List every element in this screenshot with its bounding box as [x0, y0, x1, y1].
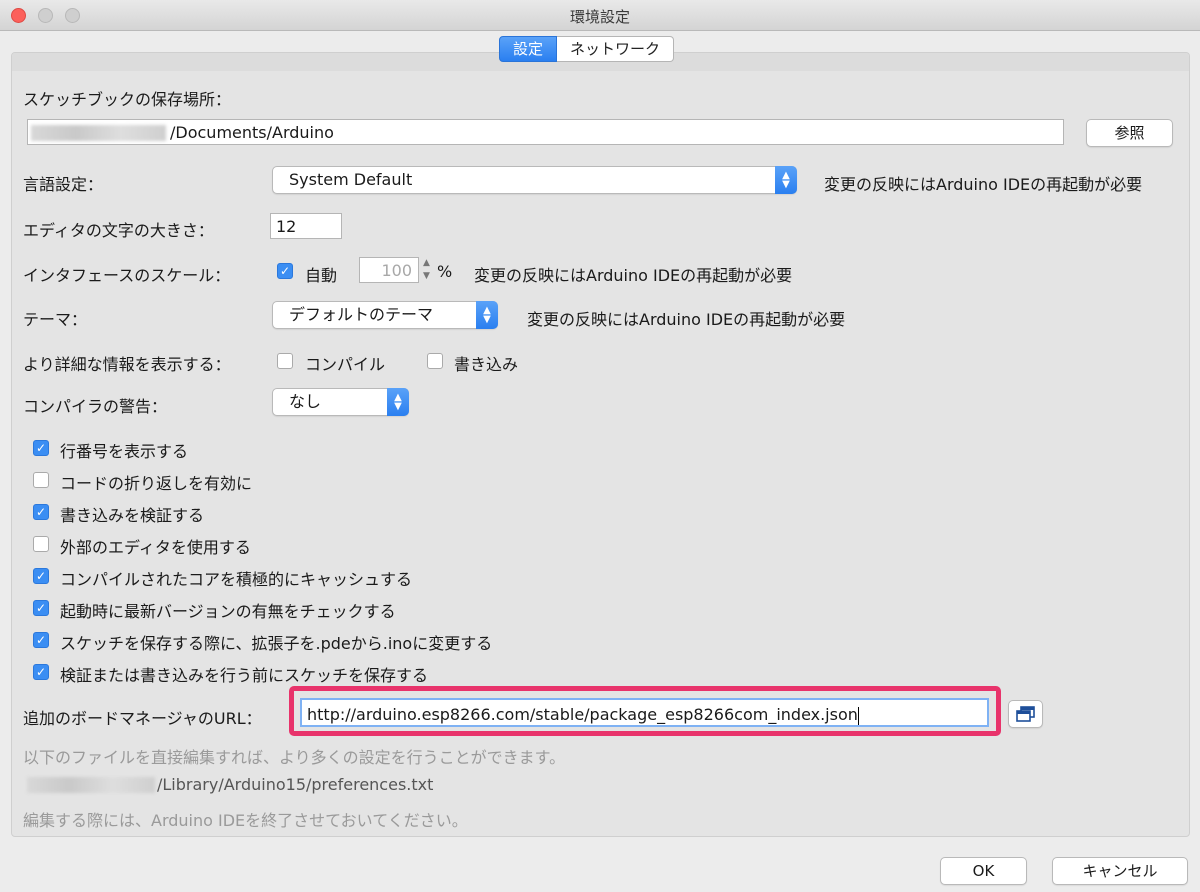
option-checkbox-save-before-verify[interactable]: ✓ — [33, 664, 49, 680]
chevron-updown-icon: ▲ ▼ — [775, 166, 797, 194]
scale-percent-input[interactable]: 100 — [359, 257, 419, 283]
window-list-icon — [1015, 706, 1035, 722]
option-label-code-folding: コードの折り返しを有効に — [60, 474, 253, 493]
option-label-cache-core: コンパイルされたコアを積極的にキャッシュする — [60, 570, 413, 589]
option-label-save-before-verify: 検証または書き込みを行う前にスケッチを保存する — [60, 666, 429, 685]
compiler-warnings-select[interactable]: なし ▲ ▼ — [272, 388, 409, 416]
window-title: 環境設定 — [569, 8, 630, 26]
option-checkbox-line-numbers[interactable]: ✓ — [33, 440, 49, 456]
option-checkbox-check-updates[interactable]: ✓ — [33, 600, 49, 616]
option-checkbox-external-editor[interactable] — [33, 536, 49, 552]
option-checkbox-cache-core[interactable]: ✓ — [33, 568, 49, 584]
cancel-button[interactable]: キャンセル — [1052, 857, 1188, 885]
scale-stepper-icon[interactable]: ▲ ▼ — [423, 257, 430, 283]
scale-percent-unit: % — [437, 262, 453, 281]
verbose-upload-checkbox[interactable] — [427, 353, 443, 369]
verbose-compile-checkbox[interactable] — [277, 353, 293, 369]
language-select[interactable]: System Default ▲ ▼ — [272, 166, 797, 194]
sketchbook-location-label: スケッチブックの保存場所： — [23, 90, 232, 109]
option-checkbox-verify-upload[interactable]: ✓ — [33, 504, 49, 520]
option-label-line-numbers: 行番号を表示する — [60, 442, 189, 461]
scale-restart-note: 変更の反映にはArduino IDEの再起動が必要 — [474, 266, 793, 285]
scale-auto-label: 自動 — [305, 266, 338, 285]
theme-value: デフォルトのテーマ — [289, 305, 434, 324]
option-label-verify-upload: 書き込みを検証する — [60, 506, 205, 525]
language-restart-note: 変更の反映にはArduino IDEの再起動が必要 — [824, 175, 1143, 194]
compiler-warnings-label: コンパイラの警告： — [23, 397, 168, 416]
scale-auto-checkbox[interactable]: ✓ — [277, 263, 293, 279]
editor-font-size-input[interactable]: 12 — [270, 213, 342, 239]
tab-bar: 設定 ネットワーク — [499, 36, 675, 62]
tab-network[interactable]: ネットワーク — [557, 36, 675, 62]
option-label-check-updates: 起動時に最新バージョンの有無をチェックする — [60, 602, 396, 621]
theme-select[interactable]: デフォルトのテーマ ▲ ▼ — [272, 301, 498, 329]
verbose-output-label: より詳細な情報を表示する： — [23, 355, 231, 374]
verbose-compile-label: コンパイル — [305, 355, 386, 374]
theme-label: テーマ： — [23, 310, 88, 329]
interface-scale-label: インタフェースのスケール： — [23, 266, 231, 285]
ok-button[interactable]: OK — [940, 857, 1027, 885]
open-url-list-button[interactable] — [1008, 700, 1043, 728]
chevron-updown-icon: ▲ ▼ — [387, 388, 409, 416]
quit-ide-note: 編集する際には、Arduino IDEを終了させておいてください。 — [23, 811, 468, 830]
browse-button[interactable]: 参照 — [1086, 119, 1173, 147]
option-checkbox-code-folding[interactable] — [33, 472, 49, 488]
theme-restart-note: 変更の反映にはArduino IDEの再起動が必要 — [527, 310, 846, 329]
language-label: 言語設定： — [23, 175, 104, 194]
more-preferences-note: 以下のファイルを直接編集すれば、より多くの設定を行うことができます。 — [23, 748, 566, 767]
option-checkbox-update-extension[interactable]: ✓ — [33, 632, 49, 648]
option-label-update-extension: スケッチを保存する際に、拡張子を.pdeから.inoに変更する — [60, 634, 493, 653]
highlight-box — [289, 686, 1001, 736]
sketchbook-path-text: /Documents/Arduino — [170, 123, 334, 142]
language-value: System Default — [289, 170, 413, 189]
tab-settings[interactable]: 設定 — [499, 36, 558, 62]
title-bar: 環境設定 — [0, 0, 1200, 31]
redacted-user-path — [27, 777, 155, 793]
chevron-updown-icon: ▲ ▼ — [476, 301, 498, 329]
compiler-warnings-value: なし — [289, 392, 322, 411]
option-label-external-editor: 外部のエディタを使用する — [60, 538, 251, 557]
board-manager-urls-label: 追加のボードマネージャのURL： — [23, 709, 262, 728]
editor-font-size-label: エディタの文字の大きさ： — [23, 221, 214, 240]
sketchbook-path-input[interactable]: /Documents/Arduino — [27, 119, 1064, 145]
verbose-upload-label: 書き込み — [454, 355, 519, 374]
preferences-file-path[interactable]: /Library/Arduino15/preferences.txt — [157, 775, 433, 794]
redacted-user-path — [31, 125, 166, 141]
